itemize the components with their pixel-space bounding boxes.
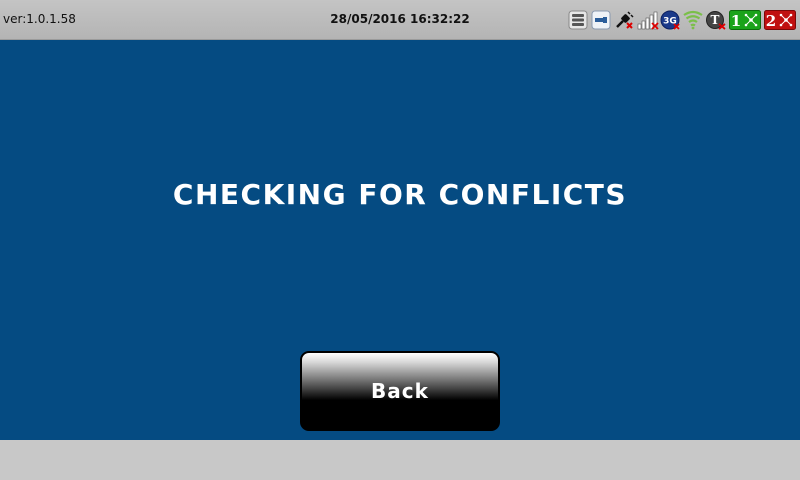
status-bar: ver:1.0.1.58 28/05/2016 16:32:22 3G T 1 … (0, 0, 800, 40)
status-message: CHECKING FOR CONFLICTS (172, 178, 628, 211)
storage-icon (568, 10, 588, 30)
power-disconnected-icon (614, 10, 634, 30)
wifi-icon (683, 10, 703, 30)
status-icons: 3G T 1 2 (565, 8, 796, 32)
signal-bars-icon (637, 10, 659, 30)
back-button[interactable]: Back (300, 351, 500, 431)
bottom-bar (0, 440, 800, 480)
port-2-icon: 2 (764, 10, 796, 30)
port-1-icon: 1 (729, 10, 761, 30)
port-1-label: 1 (731, 12, 741, 30)
port-2-label: 2 (766, 12, 776, 30)
main-panel: CHECKING FOR CONFLICTS Back (0, 40, 800, 440)
3g-icon: 3G (660, 10, 680, 30)
usb-icon (591, 10, 611, 30)
t-disabled-icon: T (706, 10, 726, 30)
svg-text:T: T (711, 13, 720, 27)
